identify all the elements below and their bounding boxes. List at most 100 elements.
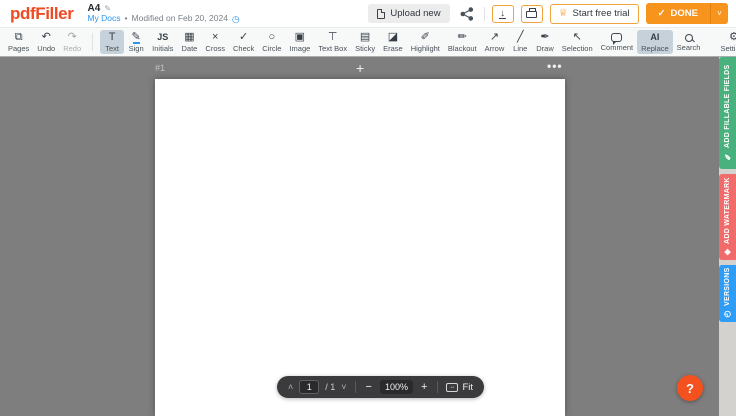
- search-label: Search: [677, 43, 701, 52]
- tool-blackout[interactable]: ✏Blackout: [444, 30, 481, 54]
- sticky-label: Sticky: [355, 44, 375, 53]
- tool-sticky[interactable]: ▤Sticky: [351, 30, 379, 54]
- tool-check[interactable]: ✓Check: [229, 30, 258, 54]
- download-button[interactable]: ↓: [492, 5, 514, 23]
- page-number-label: #1: [155, 63, 165, 73]
- settings-icon: ⚙: [729, 32, 736, 43]
- add-watermark-icon: ◈: [723, 248, 732, 257]
- edit-title-icon[interactable]: ✎: [104, 4, 111, 13]
- done-button[interactable]: ✓ DONE: [646, 3, 710, 24]
- tool-erase[interactable]: ◪Erase: [379, 30, 407, 54]
- document-canvas: #1 + ••• ✎ ADD FILLABLE FIELDS ◈ ADD WATERM…: [0, 57, 736, 416]
- tool-redo[interactable]: ↷Redo: [59, 30, 85, 54]
- tool-replace[interactable]: AIReplace: [637, 30, 673, 54]
- page-number-input[interactable]: 1: [299, 380, 319, 394]
- fit-label: Fit: [462, 382, 473, 393]
- tool-undo[interactable]: ↶Undo: [33, 30, 59, 54]
- page-options-button[interactable]: •••: [543, 57, 567, 75]
- tool-search[interactable]: Search: [673, 30, 705, 54]
- start-free-trial-button[interactable]: ♕ Start free trial: [550, 4, 639, 24]
- page-zoom-toolbar: ˄ 1 / 1 ˅ − 100% + ↔ Fit: [277, 376, 484, 398]
- tool-arrow[interactable]: ↗Arrow: [481, 30, 509, 54]
- tool-selection[interactable]: ↖Selection: [558, 30, 597, 54]
- download-icon: ↓: [499, 9, 506, 19]
- header: pdfFiller A4 ✎ My Docs • Modified on Feb…: [0, 0, 736, 28]
- tool-draw[interactable]: ✒Draw: [532, 30, 558, 54]
- circle-icon: ○: [269, 32, 276, 43]
- arrow-label: Arrow: [485, 44, 505, 53]
- tab-add-watermark[interactable]: ◈ ADD WATERMARK: [719, 174, 736, 260]
- highlight-icon: ✐: [421, 32, 430, 43]
- highlight-label: Highlight: [411, 44, 440, 53]
- share-icon: [460, 7, 474, 21]
- tool-comment[interactable]: Comment: [597, 30, 638, 54]
- tab-add-fillable-fields[interactable]: ✎ ADD FILLABLE FIELDS: [719, 57, 736, 169]
- tool-initials[interactable]: JSInitials: [148, 30, 177, 54]
- history-clock-icon[interactable]: ◷: [232, 14, 240, 24]
- circle-label: Circle: [262, 44, 281, 53]
- tool-text-box[interactable]: ⊤Text Box: [314, 30, 351, 54]
- done-label: DONE: [671, 8, 698, 19]
- initials-icon: JS: [157, 32, 168, 43]
- previous-page-button[interactable]: ˄: [288, 382, 293, 392]
- pages-icon: ⧉: [15, 32, 23, 43]
- tool-highlight[interactable]: ✐Highlight: [407, 30, 444, 54]
- add-watermark-label: ADD WATERMARK: [724, 177, 731, 244]
- sign-icon: ✎: [132, 32, 141, 43]
- add-fillable-fields-icon: ✎: [723, 152, 732, 161]
- upload-new-label: Upload new: [390, 8, 440, 19]
- document-info: A4 ✎ My Docs • Modified on Feb 20, 2024 …: [87, 3, 239, 25]
- text-box-icon: ⊤: [328, 32, 338, 43]
- header-actions: Upload new ↓ ♕ Start free trial: [368, 3, 728, 24]
- search-icon: [685, 32, 693, 42]
- toolbar: ⧉Pages↶Undo↷RedoTText✎SignJSInitials▦Dat…: [0, 28, 736, 57]
- tool-line[interactable]: ╱Line: [508, 30, 532, 54]
- undo-label: Undo: [37, 44, 55, 53]
- tool-circle[interactable]: ○Circle: [258, 30, 285, 54]
- tab-versions[interactable]: ◷VERSIONS: [719, 265, 736, 322]
- erase-label: Erase: [383, 44, 403, 53]
- fit-icon: ↔: [446, 383, 458, 392]
- tool-sign[interactable]: ✎Sign: [124, 30, 148, 54]
- pdf-page[interactable]: [155, 79, 565, 416]
- undo-icon: ↶: [42, 32, 51, 43]
- add-page-button[interactable]: +: [352, 60, 368, 76]
- selection-label: Selection: [562, 44, 593, 53]
- pdffiller-logo[interactable]: pdfFiller: [10, 4, 73, 24]
- tool-settings[interactable]: ⚙Settings: [716, 30, 736, 54]
- tool-date[interactable]: ▦Date: [177, 30, 201, 54]
- text-box-label: Text Box: [318, 44, 347, 53]
- zoom-in-button[interactable]: +: [419, 381, 429, 393]
- help-button[interactable]: ?: [677, 375, 703, 401]
- share-button[interactable]: [457, 5, 477, 23]
- next-page-button[interactable]: ˅: [341, 382, 346, 392]
- versions-label: VERSIONS: [724, 268, 731, 307]
- tool-pages[interactable]: ⧉Pages: [4, 30, 33, 54]
- sign-label: Sign: [129, 44, 144, 53]
- text-icon: T: [109, 32, 116, 43]
- bottom-bar-divider: [355, 381, 356, 393]
- print-button[interactable]: [521, 5, 543, 23]
- zoom-level-value[interactable]: 100%: [380, 380, 413, 394]
- date-icon: ▦: [184, 32, 194, 43]
- pdffiller-app: pdfFiller A4 ✎ My Docs • Modified on Feb…: [0, 0, 736, 416]
- redo-icon: ↷: [68, 32, 77, 43]
- zoom-out-button[interactable]: −: [364, 381, 374, 393]
- upload-new-button[interactable]: Upload new: [368, 4, 449, 23]
- add-fillable-fields-label: ADD FILLABLE FIELDS: [724, 65, 731, 148]
- print-icon: [526, 11, 537, 18]
- tool-image[interactable]: ▣Image: [285, 30, 314, 54]
- document-upload-icon: [377, 9, 385, 19]
- modified-date: Modified on Feb 20, 2024: [132, 14, 228, 24]
- line-label: Line: [513, 44, 527, 53]
- header-divider: [484, 7, 485, 21]
- fit-button[interactable]: ↔ Fit: [446, 382, 473, 393]
- toolbar-gap: [704, 28, 716, 56]
- blackout-icon: ✏: [458, 32, 467, 43]
- my-docs-link[interactable]: My Docs: [87, 14, 120, 24]
- done-dropdown-button[interactable]: ˅: [710, 3, 728, 24]
- tool-cross[interactable]: ×Cross: [201, 30, 229, 54]
- arrow-icon: ↗: [490, 32, 499, 43]
- side-tabs: ✎ ADD FILLABLE FIELDS ◈ ADD WATERMARK ◷VERSI…: [719, 57, 736, 322]
- tool-text[interactable]: TText: [100, 30, 124, 54]
